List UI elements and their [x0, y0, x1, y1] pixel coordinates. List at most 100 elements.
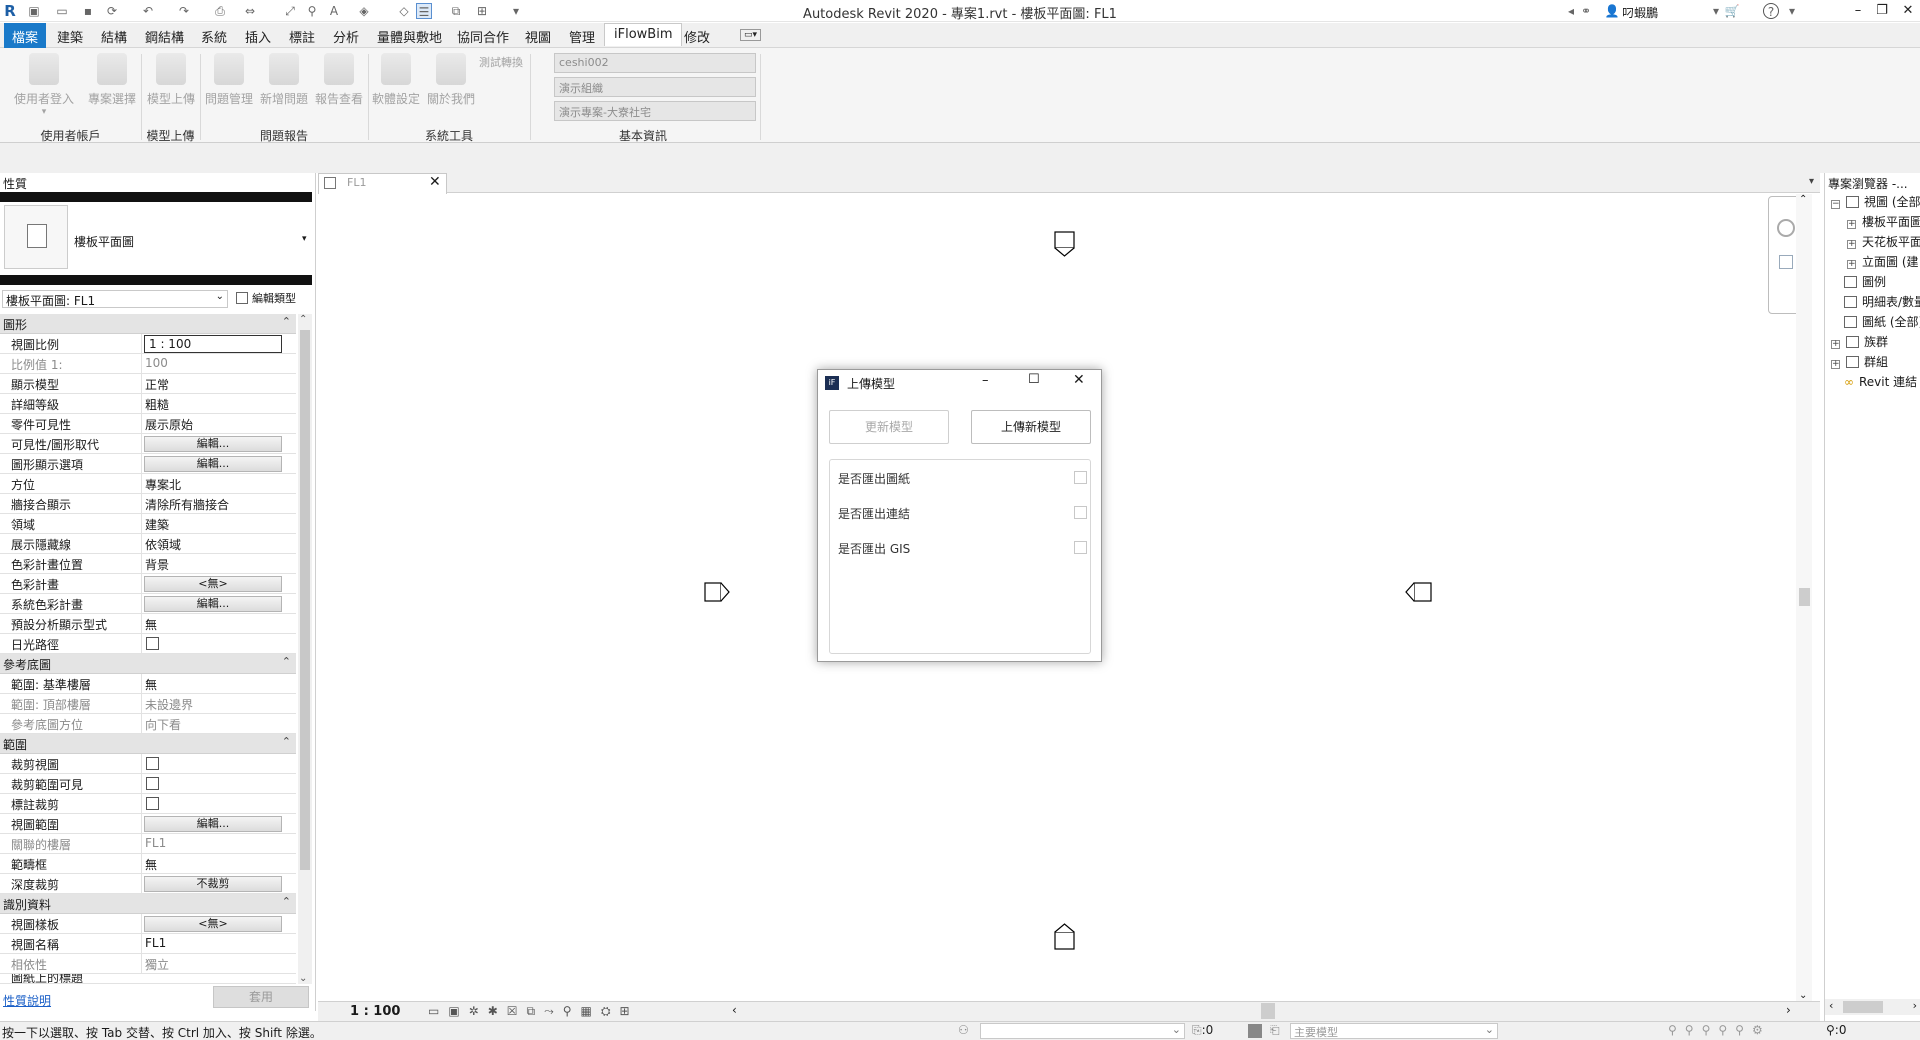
elevation-marker-south[interactable]	[1054, 923, 1075, 950]
prop-title-on-sheet[interactable]: 圖紙上的標題	[0, 974, 296, 984]
exclude-options-icon[interactable]: ⎗	[1270, 1023, 1280, 1038]
prop-view-template[interactable]: 視圖樣板 <無>	[0, 914, 296, 934]
login-button[interactable]: 使用者登入 ▾	[12, 53, 76, 117]
tab-analyze[interactable]: 分析	[333, 27, 359, 46]
dialog-minimize-icon[interactable]: –	[982, 373, 989, 388]
tab-structure[interactable]: 結構	[101, 27, 127, 46]
export-gis-checkbox[interactable]	[1074, 541, 1087, 554]
vg-edit-button[interactable]: 編輯...	[144, 436, 282, 452]
sun-path-checkbox[interactable]	[146, 637, 159, 650]
properties-help-link[interactable]: 性質說明	[3, 992, 51, 1009]
view-template-button[interactable]: <無>	[144, 916, 282, 932]
undo-icon[interactable]: ↶	[140, 3, 156, 19]
text-icon[interactable]: A	[326, 3, 342, 19]
tab-steel[interactable]: 鋼結構	[145, 27, 184, 46]
report-view-button[interactable]: 報告查看	[313, 53, 365, 107]
design-options-icon[interactable]	[1248, 1024, 1262, 1038]
tree-views[interactable]: − 視圖 (全部)	[1831, 193, 1920, 210]
prop-graphic-options[interactable]: 圖形顯示選項 編輯...	[0, 454, 296, 474]
view-scale-input[interactable]: 1 : 100	[144, 335, 282, 353]
tree-sheets[interactable]: 圖紙 (全部)	[1844, 313, 1920, 330]
elevation-marker-west[interactable]	[704, 582, 730, 602]
prop-view-range[interactable]: 視圖範圍 編輯...	[0, 814, 296, 834]
tab-modify[interactable]: 修改	[684, 27, 710, 46]
tree-revit-links[interactable]: ∞ Revit 連結	[1844, 373, 1917, 390]
binoculars-icon[interactable]: ⚭	[1578, 3, 1594, 19]
prop-analysis-display[interactable]: 預設分析顯示型式無	[0, 614, 296, 634]
section-graphics[interactable]: 圖形 ⌃	[0, 314, 296, 334]
help-dropdown-icon[interactable]: ▾	[1784, 3, 1800, 19]
canvas-vertical-scrollbar[interactable]: ⌃ ⌄	[1796, 194, 1812, 1001]
prop-detail-level[interactable]: 詳細等級 粗糙	[0, 394, 296, 414]
type-selector[interactable]: 樓板平面圖	[74, 233, 134, 250]
tree-groups[interactable]: + 群組	[1831, 353, 1888, 370]
tab-collaborate[interactable]: 協同合作	[457, 27, 509, 46]
restore-icon[interactable]: ❐	[1872, 2, 1892, 20]
prop-vg-overrides[interactable]: 可見性/圖形取代 編輯...	[0, 434, 296, 454]
type-selector-arrow-icon[interactable]: ▾	[302, 234, 307, 244]
tab-iflowbim[interactable]: iFlowBim	[604, 23, 683, 46]
design-option-select[interactable]: 主要模型 ⌄	[1290, 1023, 1498, 1039]
prop-annotation-crop[interactable]: 標註裁剪	[0, 794, 296, 814]
elevation-marker-north[interactable]	[1054, 231, 1075, 257]
section-icon[interactable]: ◇	[396, 3, 412, 19]
home-icon[interactable]: ▣	[26, 3, 42, 19]
tab-annotate[interactable]: 標註	[289, 27, 315, 46]
close-hidden-icon[interactable]: ⧉	[448, 3, 464, 19]
dialog-close-icon[interactable]: ✕	[1073, 372, 1085, 388]
workset-icon[interactable]: ⚇	[958, 1023, 969, 1037]
view-tab-fl1[interactable]: FL1 ✕	[318, 173, 447, 194]
tree-ceiling-plans[interactable]: +天花板平面圖	[1847, 233, 1920, 250]
scroll-thumb[interactable]	[1799, 588, 1810, 606]
tab-manage[interactable]: 管理	[569, 27, 595, 46]
view-scale-control[interactable]: 1 : 100	[350, 1004, 400, 1019]
prop-color-scheme[interactable]: 色彩計畫 <無>	[0, 574, 296, 594]
tree-legends[interactable]: 圖例	[1844, 273, 1886, 290]
tab-view[interactable]: 視圖	[525, 27, 551, 46]
section-identity[interactable]: 識別資料 ⌃	[0, 894, 296, 914]
save-icon[interactable]: ▪	[80, 3, 96, 19]
color-scheme-button[interactable]: <無>	[144, 576, 282, 592]
editable-only-icon[interactable]: ⎘:0	[1192, 1023, 1213, 1038]
depth-clipping-button[interactable]: 不裁剪	[144, 876, 282, 892]
tag-icon[interactable]: ⚲	[304, 3, 320, 19]
annotation-crop-checkbox[interactable]	[146, 797, 159, 810]
close-tab-icon[interactable]: ✕	[429, 174, 441, 190]
upload-new-model-button[interactable]: 上傳新模型	[971, 410, 1091, 444]
3d-view-icon[interactable]: ◈	[356, 3, 372, 19]
section-underlay[interactable]: 參考底圖 ⌃	[0, 654, 296, 674]
project-select-button[interactable]: 專案選擇	[86, 53, 138, 107]
graphic-options-edit-button[interactable]: 編輯...	[144, 456, 282, 472]
tab-file[interactable]: 檔案	[4, 23, 47, 49]
browser-horizontal-scrollbar[interactable]: ‹ ›	[1825, 999, 1920, 1015]
user-name[interactable]: 叼蝦鵬	[1622, 4, 1658, 21]
cart-icon[interactable]: 🛒	[1724, 3, 1740, 19]
zoom-region-icon[interactable]	[1779, 255, 1793, 269]
system-color-edit-button[interactable]: 編輯...	[144, 596, 282, 612]
revit-logo-icon[interactable]: R	[2, 3, 18, 19]
open-icon[interactable]: ▭	[54, 3, 70, 19]
edit-type-button[interactable]: 編輯類型	[236, 290, 310, 308]
switch-windows-icon[interactable]: ⊞	[474, 3, 490, 19]
thin-lines-icon[interactable]: ☰	[416, 3, 432, 19]
user-icon[interactable]: 👤	[1604, 3, 1620, 19]
instance-selector[interactable]: 樓板平面圖: FL1 ⌄	[2, 290, 228, 308]
close-icon[interactable]: ✕	[1898, 2, 1918, 20]
ribbon-minimize-icon[interactable]: ▭▾	[740, 29, 762, 41]
print-icon[interactable]: ⎙	[212, 3, 228, 19]
prop-view-name[interactable]: 視圖名稱 FL1	[0, 934, 296, 954]
prop-sun-path[interactable]: 日光路徑	[0, 634, 296, 654]
scroll-left-icon[interactable]: ‹	[732, 1003, 737, 1017]
scroll-right-icon[interactable]: ›	[1786, 1003, 1791, 1017]
view-control-icons[interactable]: ▭▣✲✱☒⧉⤳⚲▦⛭⊞	[428, 1004, 639, 1019]
prop-base-level[interactable]: 範圍: 基準樓層無	[0, 674, 296, 694]
sync-icon[interactable]: ⟳	[104, 3, 120, 19]
test-convert-button[interactable]: 測試轉換	[479, 54, 523, 70]
filter-icon[interactable]: ⚲:0	[1826, 1023, 1846, 1037]
redo-icon[interactable]: ↷	[176, 3, 192, 19]
scroll-thumb[interactable]	[300, 330, 310, 870]
horizontal-scroll-thumb[interactable]	[1261, 1003, 1275, 1019]
export-sheets-checkbox[interactable]	[1074, 471, 1087, 484]
prop-system-color[interactable]: 系統色彩計畫 編輯...	[0, 594, 296, 614]
tree-schedules[interactable]: 明細表/數量	[1844, 293, 1920, 310]
